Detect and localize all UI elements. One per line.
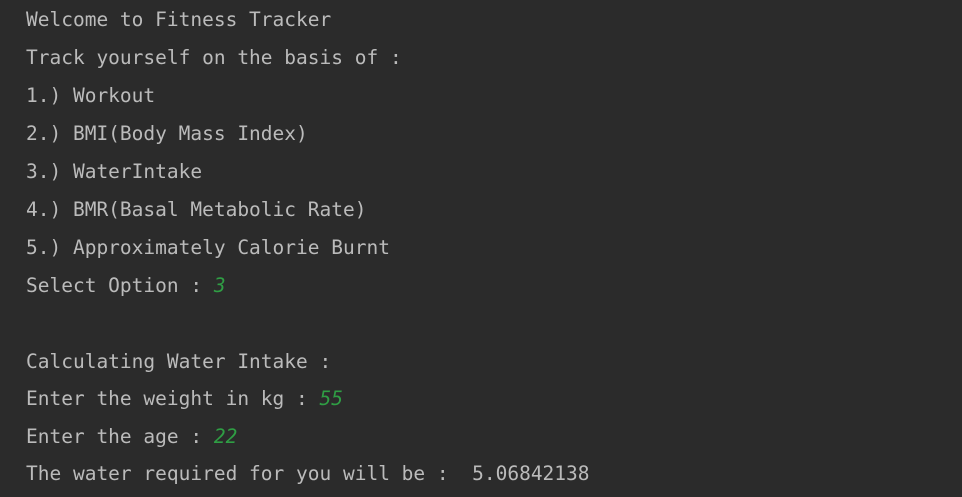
output-text: Track yourself on the basis of : [26,46,402,69]
output-text: Select Option : [26,274,214,297]
console-line-option-water: 3.) WaterIntake [26,159,202,185]
output-text: Enter the weight in kg : [26,387,320,410]
output-text: Enter the age : [26,425,214,448]
console-line-weight-prompt: Enter the weight in kg : 55 [26,386,343,412]
output-text: Welcome to Fitness Tracker [26,8,332,31]
console-line-select-option: Select Option : 3 [26,273,226,299]
user-input-option: 3 [213,274,226,297]
user-input-age: 22 [213,425,238,448]
output-text: 4.) BMR(Basal Metabolic Rate) [26,198,367,221]
output-text: 3.) WaterIntake [26,160,203,183]
console-line-track-prompt: Track yourself on the basis of : [26,45,402,71]
output-text: Calculating Water Intake : [26,350,332,373]
console-line-result: The water required for you will be : 5.0… [26,461,590,487]
console-line-option-bmr: 4.) BMR(Basal Metabolic Rate) [26,197,366,223]
user-input-weight: 55 [319,387,343,410]
console-line-age-prompt: Enter the age : 22 [26,424,237,450]
console-output[interactable]: Welcome to Fitness Tracker Track yoursel… [0,0,962,497]
output-text: 1.) Workout [26,84,156,107]
output-text: 5.) Approximately Calorie Burnt [26,236,390,259]
console-line-option-calorie: 5.) Approximately Calorie Burnt [26,235,390,261]
console-line-option-workout: 1.) Workout [26,83,155,109]
console-line-calculating: Calculating Water Intake : [26,349,331,375]
output-text: The water required for you will be : 5.0… [26,462,590,485]
console-line-option-bmi: 2.) BMI(Body Mass Index) [26,121,308,147]
output-text: 2.) BMI(Body Mass Index) [26,122,308,145]
console-line-welcome: Welcome to Fitness Tracker [26,7,331,33]
